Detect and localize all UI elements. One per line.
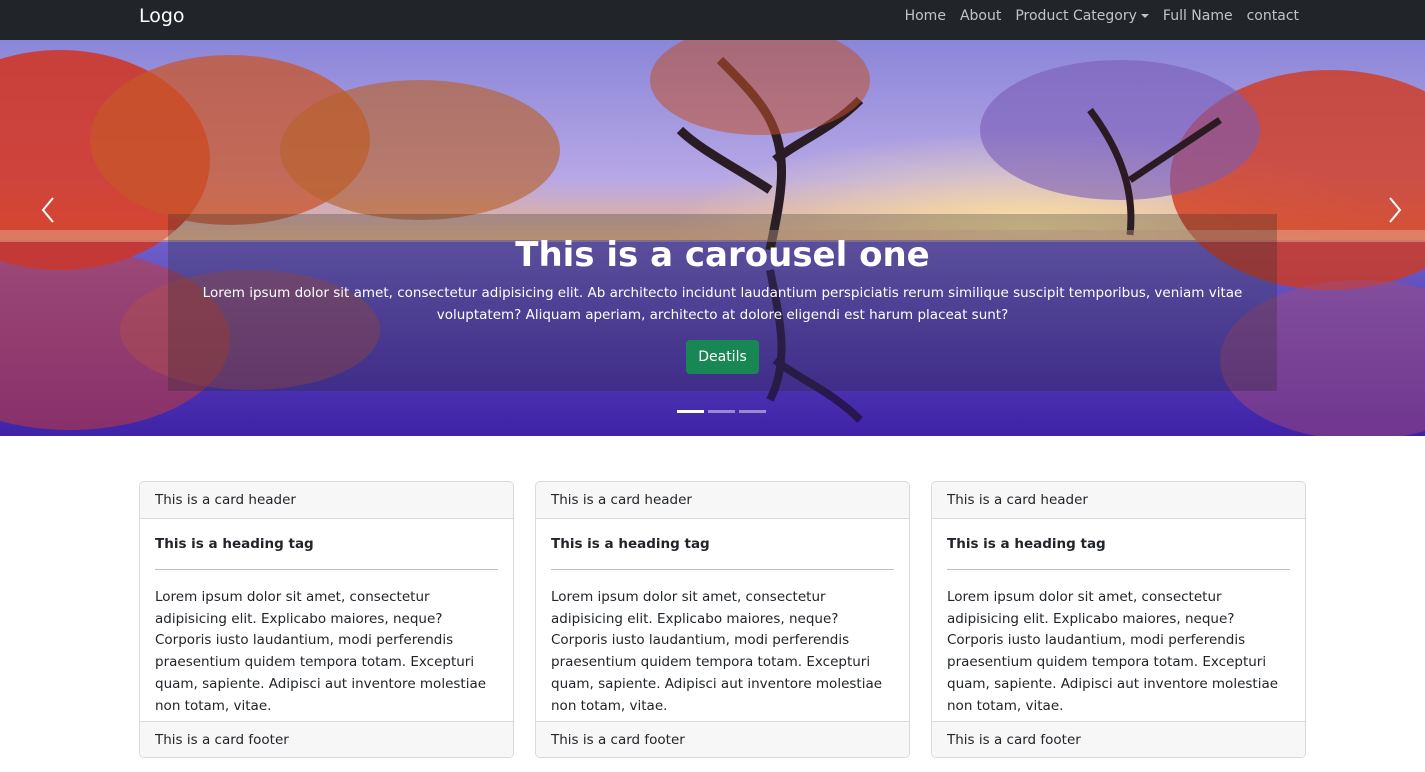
card-body: This is a heading tag Lorem ipsum dolor … — [140, 519, 513, 721]
nav-full-name[interactable]: Full Name — [1163, 7, 1233, 25]
card-body: This is a heading tag Lorem ipsum dolor … — [932, 519, 1305, 721]
carousel-prev-button[interactable] — [18, 190, 78, 230]
card-3: This is a card header This is a heading … — [931, 481, 1306, 758]
carousel-caption: This is a carousel one Lorem ipsum dolor… — [168, 214, 1277, 391]
chevron-right-icon — [1389, 197, 1402, 223]
nav-contact[interactable]: contact — [1247, 7, 1299, 25]
card-heading: This is a heading tag — [551, 536, 710, 552]
nav-product-category-dropdown[interactable]: Product Category — [1015, 7, 1149, 25]
carousel-indicators — [677, 410, 766, 413]
nav-product-category-label: Product Category — [1015, 8, 1137, 24]
card-text: Lorem ipsum dolor sit amet, consectetur … — [155, 589, 487, 714]
card-divider — [155, 569, 498, 570]
navbar: Logo Home About Product Category Full Na… — [0, 0, 1425, 40]
card-footer: This is a card footer — [932, 721, 1305, 757]
card-header: This is a card header — [932, 482, 1305, 519]
carousel-next-button[interactable] — [1365, 190, 1425, 230]
card-footer: This is a card footer — [536, 721, 909, 757]
hero-carousel: This is a carousel one Lorem ipsum dolor… — [0, 40, 1425, 436]
nav-home[interactable]: Home — [905, 7, 946, 25]
card-heading: This is a heading tag — [947, 536, 1106, 552]
carousel-indicator-3[interactable] — [739, 410, 766, 413]
nav-about[interactable]: About — [960, 7, 1001, 25]
card-text: Lorem ipsum dolor sit amet, consectetur … — [947, 589, 1279, 714]
card-body: This is a heading tag Lorem ipsum dolor … — [536, 519, 909, 721]
chevron-left-icon — [41, 197, 54, 223]
card-1: This is a card header This is a heading … — [139, 481, 514, 758]
card-text: Lorem ipsum dolor sit amet, consectetur … — [551, 589, 883, 714]
nav-links: Home About Product Category Full Name co… — [905, 0, 1299, 32]
card-footer: This is a card footer — [140, 721, 513, 757]
carousel-indicator-2[interactable] — [708, 410, 735, 413]
card-divider — [947, 569, 1290, 570]
brand-logo[interactable]: Logo — [139, 5, 185, 27]
caret-down-icon — [1140, 14, 1149, 18]
card-divider — [551, 569, 894, 570]
carousel-indicator-1[interactable] — [677, 410, 704, 413]
card-header: This is a card header — [140, 482, 513, 519]
card-header: This is a card header — [536, 482, 909, 519]
carousel-text: Lorem ipsum dolor sit amet, consectetur … — [202, 285, 1243, 323]
details-button[interactable]: Deatils — [686, 340, 759, 374]
carousel-title: This is a carousel one — [515, 235, 930, 275]
card-heading: This is a heading tag — [155, 536, 314, 552]
card-2: This is a card header This is a heading … — [535, 481, 910, 758]
